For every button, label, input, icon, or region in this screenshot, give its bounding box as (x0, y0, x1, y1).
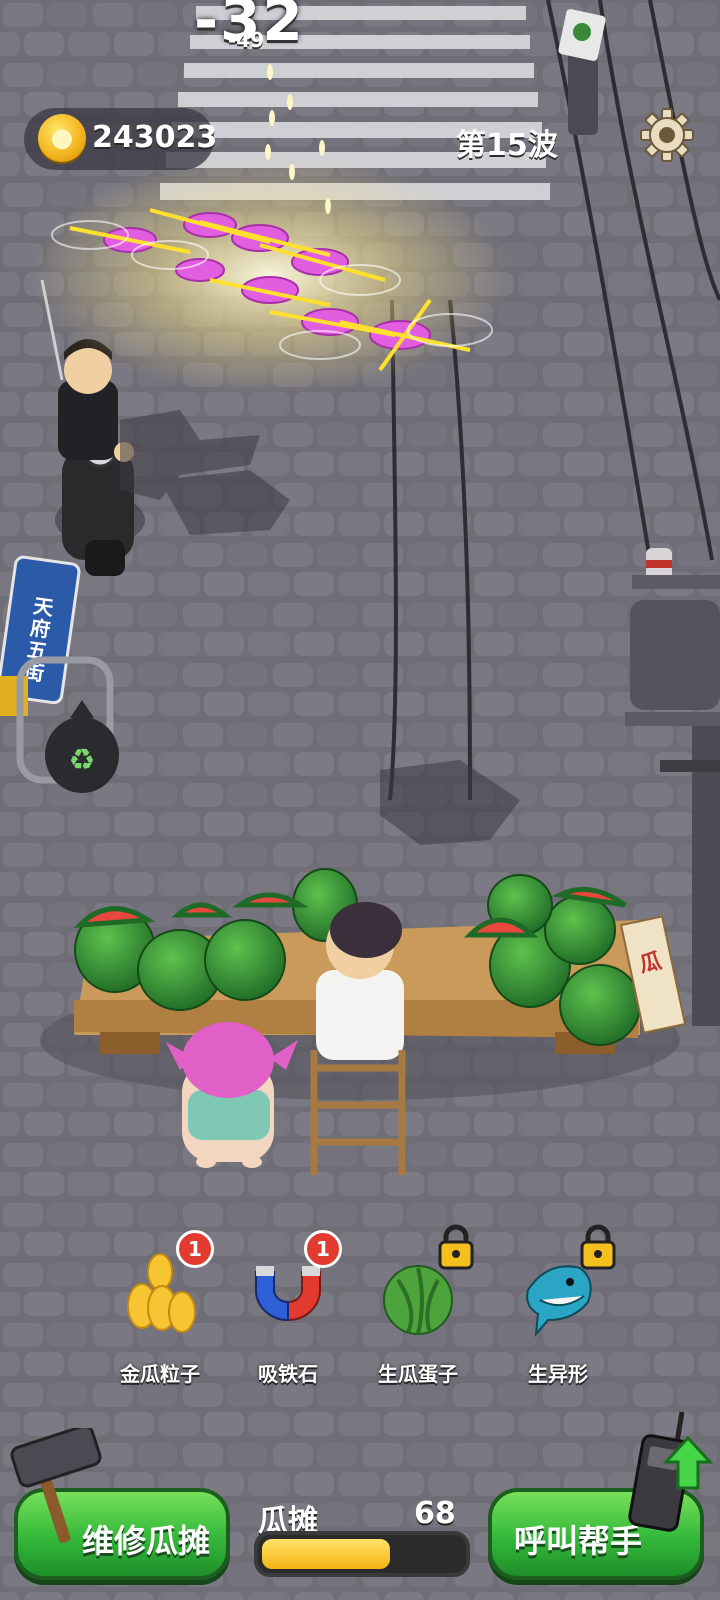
lock-icon (438, 1224, 474, 1270)
skill-magnet[interactable]: 1 吸铁石 (228, 1230, 348, 1386)
coin-counter: ● 243023 (24, 108, 218, 170)
skill-alien-shark[interactable]: 生异形 (498, 1224, 618, 1386)
skill-badge: 1 (304, 1230, 342, 1268)
call-helper-label: 呼叫帮手 (514, 1522, 643, 1560)
stall-health-value: 68 (414, 1496, 456, 1531)
skill-name: 金瓜粒子 (120, 1362, 200, 1386)
coin-icon: ● (38, 114, 86, 162)
stall-health-bar (254, 1531, 470, 1577)
wave-label: 第15波 (456, 128, 558, 163)
skill-name: 吸铁石 (258, 1362, 318, 1386)
skill-raw-melon[interactable]: 生瓜蛋子 (358, 1224, 478, 1386)
svg-text:♻: ♻ (69, 743, 96, 778)
settings-gear-icon[interactable] (640, 108, 694, 162)
damage-number-small: -49 (228, 28, 265, 52)
skill-badge: 1 (176, 1230, 214, 1268)
walkie-talkie-icon (628, 1411, 714, 1532)
coin-count: 243023 (92, 120, 218, 155)
skill-name: 生异形 (528, 1362, 588, 1386)
skill-name: 生瓜蛋子 (378, 1362, 458, 1386)
hammer-icon (10, 1428, 102, 1543)
stall-health-fill (262, 1539, 390, 1569)
lock-icon (580, 1224, 616, 1270)
skill-golden-seeds[interactable]: 1 金瓜粒子 (100, 1230, 220, 1386)
